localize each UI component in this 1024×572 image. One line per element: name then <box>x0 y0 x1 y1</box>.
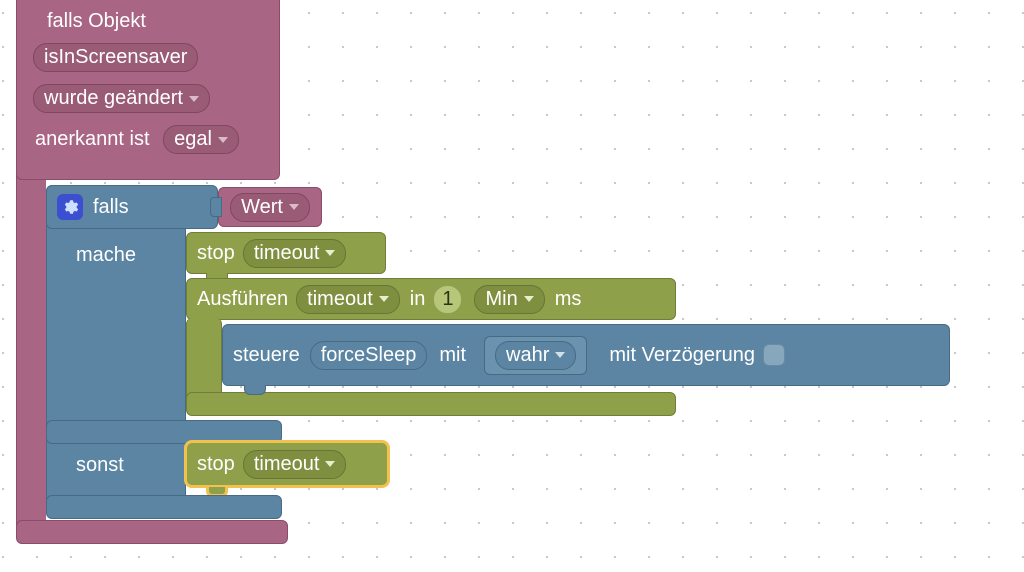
if-condition-dropdown-text: Wert <box>241 196 283 219</box>
event-header-label: falls Objekt <box>47 10 259 33</box>
stop-timeout-dropdown-text: timeout <box>254 242 320 265</box>
exec-timeout-block[interactable]: Ausführen timeout in 1 Min ms <box>186 278 676 320</box>
exec-unit-dropdown-text: Min <box>485 288 517 311</box>
connector-nub <box>210 197 222 217</box>
stop-timeout-block[interactable]: stop timeout <box>186 232 386 274</box>
control-steuere-label: steuere <box>233 344 300 367</box>
chevron-down-icon <box>189 96 199 102</box>
if-condition-dropdown[interactable]: Wert <box>230 193 310 222</box>
if-sonst-label: sonst <box>76 454 124 477</box>
exec-number-field[interactable]: 1 <box>433 285 462 314</box>
if-falls-label: falls <box>93 196 129 219</box>
event-block-foot[interactable] <box>16 520 288 544</box>
exec-in-label: in <box>410 288 426 311</box>
event-change-dropdown-text: wurde geändert <box>44 87 183 110</box>
stop-label: stop <box>197 453 235 476</box>
control-delay-label: mit Verzögerung <box>609 344 755 367</box>
stop-timeout-dropdown[interactable]: timeout <box>243 239 347 268</box>
chevron-down-icon <box>289 204 299 210</box>
chevron-down-icon <box>218 137 228 143</box>
if-block-header[interactable]: falls <box>46 185 218 229</box>
control-object-id-text: forceSleep <box>321 344 417 367</box>
exec-name-dropdown[interactable]: timeout <box>296 285 400 314</box>
gear-icon[interactable] <box>57 194 83 220</box>
event-ack-label: anerkannt ist <box>35 128 150 150</box>
stop-timeout-dropdown-text: timeout <box>254 453 320 476</box>
exec-name-dropdown-text: timeout <box>307 288 373 311</box>
exec-number-text: 1 <box>442 288 453 311</box>
connector-notch <box>244 385 266 395</box>
event-ack-dropdown[interactable]: egal <box>163 125 239 154</box>
control-object-id-field[interactable]: forceSleep <box>310 341 428 370</box>
exec-label: Ausführen <box>197 288 288 311</box>
control-value-dropdown-text: wahr <box>506 344 549 367</box>
chevron-down-icon <box>524 296 534 302</box>
blockly-workspace[interactable]: falls Objekt isInScreensaver wurde geänd… <box>0 0 1024 572</box>
stop-timeout-dropdown[interactable]: timeout <box>243 450 347 479</box>
control-value-dropdown[interactable]: wahr <box>495 341 576 370</box>
chevron-down-icon <box>325 461 335 467</box>
chevron-down-icon <box>555 352 565 358</box>
chevron-down-icon <box>325 250 335 256</box>
if-mache-label: mache <box>76 244 136 267</box>
exec-block-foot[interactable] <box>186 392 676 416</box>
control-mit-label: mit <box>439 344 466 367</box>
control-block[interactable]: steuere forceSleep mit wahr mit Verzöger… <box>222 324 950 386</box>
event-object-id-text: isInScreensaver <box>44 46 187 69</box>
chevron-down-icon <box>379 296 389 302</box>
event-object-id-field[interactable]: isInScreensaver <box>33 43 198 72</box>
control-delay-checkbox[interactable] <box>763 344 785 366</box>
stop-timeout-block-selected[interactable]: stop timeout <box>184 440 390 488</box>
stop-label: stop <box>197 242 235 265</box>
event-ack-dropdown-text: egal <box>174 128 212 151</box>
control-value-socket[interactable]: wahr <box>484 336 587 375</box>
exec-ms-label: ms <box>555 288 582 311</box>
event-block-header[interactable]: falls Objekt isInScreensaver wurde geänd… <box>16 0 280 180</box>
if-condition-value-block[interactable]: Wert <box>218 187 322 227</box>
event-change-dropdown[interactable]: wurde geändert <box>33 84 210 113</box>
if-block-foot[interactable] <box>46 495 282 519</box>
exec-unit-dropdown[interactable]: Min <box>474 285 544 314</box>
